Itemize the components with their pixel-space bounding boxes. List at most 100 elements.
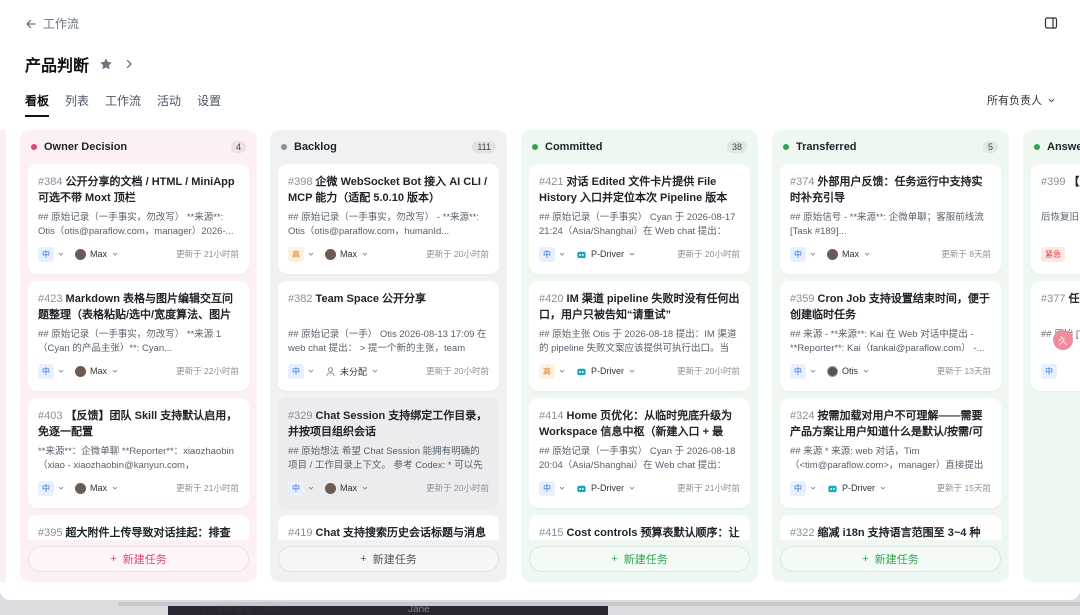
priority-badge[interactable]: 中 [790, 363, 806, 379]
task-card[interactable]: #415 Cost controls 预算表默认顺序：让 [529, 515, 750, 540]
owner-filter-dropdown[interactable]: 所有负责人 [987, 92, 1056, 108]
assignee-selector[interactable]: Max [827, 248, 871, 260]
card-title-text: IM 渠道 pipeline 失败时没有任何出口，用户只被告知“请重试” [539, 293, 740, 321]
chevron-down-icon [308, 252, 314, 256]
new-task-label: 新建任务 [122, 554, 167, 566]
card-title: #421 对话 Edited 文件卡片提供 File History 入口并定位… [539, 174, 740, 206]
chevron-down-icon [810, 486, 816, 490]
priority-badge[interactable]: 中 [38, 246, 54, 262]
priority-badge[interactable]: 中 [288, 363, 304, 379]
task-card[interactable]: #384 公开分享的文档 / HTML / MiniApp 可选不带 Moxt … [28, 164, 249, 274]
card-title-text: Markdown 表格与图片编辑交互问题整理（表格粘贴/选中/宽度算法、图片对.… [38, 293, 233, 321]
column-header: Answer [1031, 138, 1080, 156]
task-card[interactable]: #421 对话 Edited 文件卡片提供 File History 入口并定位… [529, 164, 750, 274]
task-card[interactable]: #399 【 后恢复旧 文档编辑 续推动存 紧急 [1031, 164, 1080, 274]
assignee-selector[interactable]: P-Driver [576, 366, 636, 377]
new-task-button[interactable]: + 新建任务 [278, 546, 499, 572]
card-title-text: 外部用户反馈：任务运行中支持实时补充引导 [790, 176, 983, 204]
card-title: #377 任 [1041, 291, 1080, 323]
card-title-text: Team Space 公开分享 [315, 293, 426, 305]
updated-time: 更新于 20小时前 [426, 249, 489, 259]
card-footer: 中 P-Driver 更新于 21小时前 [539, 480, 740, 496]
avatar [325, 248, 336, 260]
task-card[interactable]: #398 企微 WebSocket Bot 接入 AI CLI / MCP 能力… [278, 164, 499, 274]
kanban-board: Owner Decision 4 #384 公开分享的文档 / HTML / M… [20, 130, 1080, 582]
task-card[interactable]: #420 IM 渠道 pipeline 失败时没有任何出口，用户只被告知“请重试… [529, 281, 750, 391]
priority-badge[interactable]: 高 [539, 363, 555, 379]
back-link[interactable]: 工作流 [25, 15, 79, 32]
avatar [75, 248, 86, 260]
card-title-text: 超大附件上传导致对话挂起：排查附 [65, 527, 231, 539]
card-number: #322 [790, 527, 815, 539]
priority-badge[interactable]: 中 [38, 363, 54, 379]
new-task-label: 新建任务 [623, 554, 668, 566]
assignee-name: P-Driver [842, 483, 875, 493]
card-list: #399 【 后恢复旧 文档编辑 续推动存 紧急 #377 任 ## 原始 [T… [1031, 164, 1080, 540]
task-card[interactable]: #419 Chat 支持搜索历史会话标题与消息正文 [278, 515, 499, 540]
priority-badge[interactable]: 高 [288, 246, 304, 262]
tab-list[interactable]: 列表 [65, 92, 89, 117]
bot-icon [577, 485, 586, 492]
card-title-text: Cron Job 支持设置结束时间，便于创建临时任务 [790, 293, 990, 321]
task-card[interactable]: #395 超大附件上传导致对话挂起：排查附 [28, 515, 249, 540]
column-count: 5 [982, 141, 998, 153]
star-icon[interactable] [99, 57, 113, 71]
bot-icon [577, 368, 586, 375]
task-card[interactable]: #414 Home 页优化：从临时兜底升级为 Workspace 信息中枢（新建… [529, 398, 750, 508]
task-card[interactable]: #329 Chat Session 支持绑定工作目录，并按项目组织会话 ## 原… [278, 398, 499, 508]
task-card[interactable]: #322 缩减 i18n 支持语言范围至 3~4 种 [780, 515, 1001, 540]
new-task-button[interactable]: + 新建任务 [28, 546, 249, 572]
assignee-selector[interactable]: Max [325, 482, 369, 494]
card-number: #395 [38, 527, 63, 539]
task-card[interactable]: #423 Markdown 表格与图片编辑交互问题整理（表格粘贴/选中/宽度算法… [28, 281, 249, 391]
priority-badge[interactable]: 中 [539, 246, 555, 262]
priority-badge[interactable]: 中 [790, 246, 806, 262]
priority-badge[interactable]: 中 [539, 480, 555, 496]
card-footer: 高 Max 更新于 20小时前 [288, 246, 489, 262]
floating-assistant-badge[interactable]: 久 [1053, 330, 1073, 350]
status-dot [532, 144, 538, 150]
priority-badge[interactable]: 中 [790, 480, 806, 496]
chevron-right-icon[interactable] [123, 58, 135, 70]
assignee-selector[interactable]: P-Driver [576, 249, 636, 260]
task-card[interactable]: #359 Cron Job 支持设置结束时间，便于创建临时任务 ## 来源 - … [780, 281, 1001, 391]
new-task-label: 新建任务 [874, 554, 919, 566]
assignee-selector[interactable]: Otis [827, 365, 870, 377]
new-task-label: 新建任务 [372, 554, 417, 566]
assignee-name: 未分配 [340, 366, 368, 377]
assignee-selector[interactable]: P-Driver [827, 483, 887, 494]
task-card[interactable]: #374 外部用户反馈：任务运行中支持实时补充引导 ## 原始信号 - **来源… [780, 164, 1001, 274]
assignee-selector[interactable]: Max [75, 365, 119, 377]
card-description: ## 来源 - **来源**: Kai 在 Web 对话中提出 - **Repo… [790, 329, 985, 354]
tab-settings[interactable]: 设置 [197, 92, 221, 117]
priority-badge[interactable]: 中 [288, 480, 304, 496]
priority-badge[interactable]: 紧急 [1041, 246, 1065, 262]
task-card[interactable]: #403 【反馈】团队 Skill 支持默认启用，免逐一配置 **来源**：企微… [28, 398, 249, 508]
task-card[interactable]: #382 Team Space 公开分享 ## 原始记录（一手） Otis 20… [278, 281, 499, 391]
updated-time: 更新于 8天前 [941, 249, 991, 259]
chevron-down-icon [810, 252, 816, 256]
card-footer: 中 Max 更新于 21小时前 [38, 246, 239, 262]
new-task-button[interactable]: + 新建任务 [529, 546, 750, 572]
owner-filter-label: 所有负责人 [987, 95, 1042, 107]
priority-badge[interactable]: 中 [1041, 363, 1057, 379]
tab-board[interactable]: 看板 [25, 92, 50, 117]
assignee-selector[interactable]: Max [325, 248, 369, 260]
horizontal-scrollbar[interactable] [118, 602, 1080, 606]
priority-badge[interactable]: 中 [38, 480, 54, 496]
sidebar-toggle-icon[interactable] [1044, 16, 1058, 30]
new-task-button[interactable]: + 新建任务 [780, 546, 1001, 572]
assignee-selector[interactable]: Max [75, 248, 119, 260]
chevron-down-icon [863, 369, 869, 373]
tab-activity[interactable]: 活动 [157, 92, 181, 117]
column-header: Backlog 111 [278, 138, 499, 156]
card-footer: 中 P-Driver 更新于 20小时前 [539, 246, 740, 262]
card-number: #382 [288, 293, 313, 305]
task-card[interactable]: #324 按需加载对用户不可理解——需要产品方案让用户知道什么是默认/按需/可控… [780, 398, 1001, 508]
assignee-selector[interactable]: Max [75, 482, 119, 494]
assignee-selector[interactable]: 未分配 [325, 365, 379, 378]
assignee-selector[interactable]: P-Driver [576, 483, 636, 494]
tab-workflow[interactable]: 工作流 [105, 92, 141, 117]
card-number: #399 [1041, 176, 1066, 188]
card-number: #374 [790, 176, 815, 188]
